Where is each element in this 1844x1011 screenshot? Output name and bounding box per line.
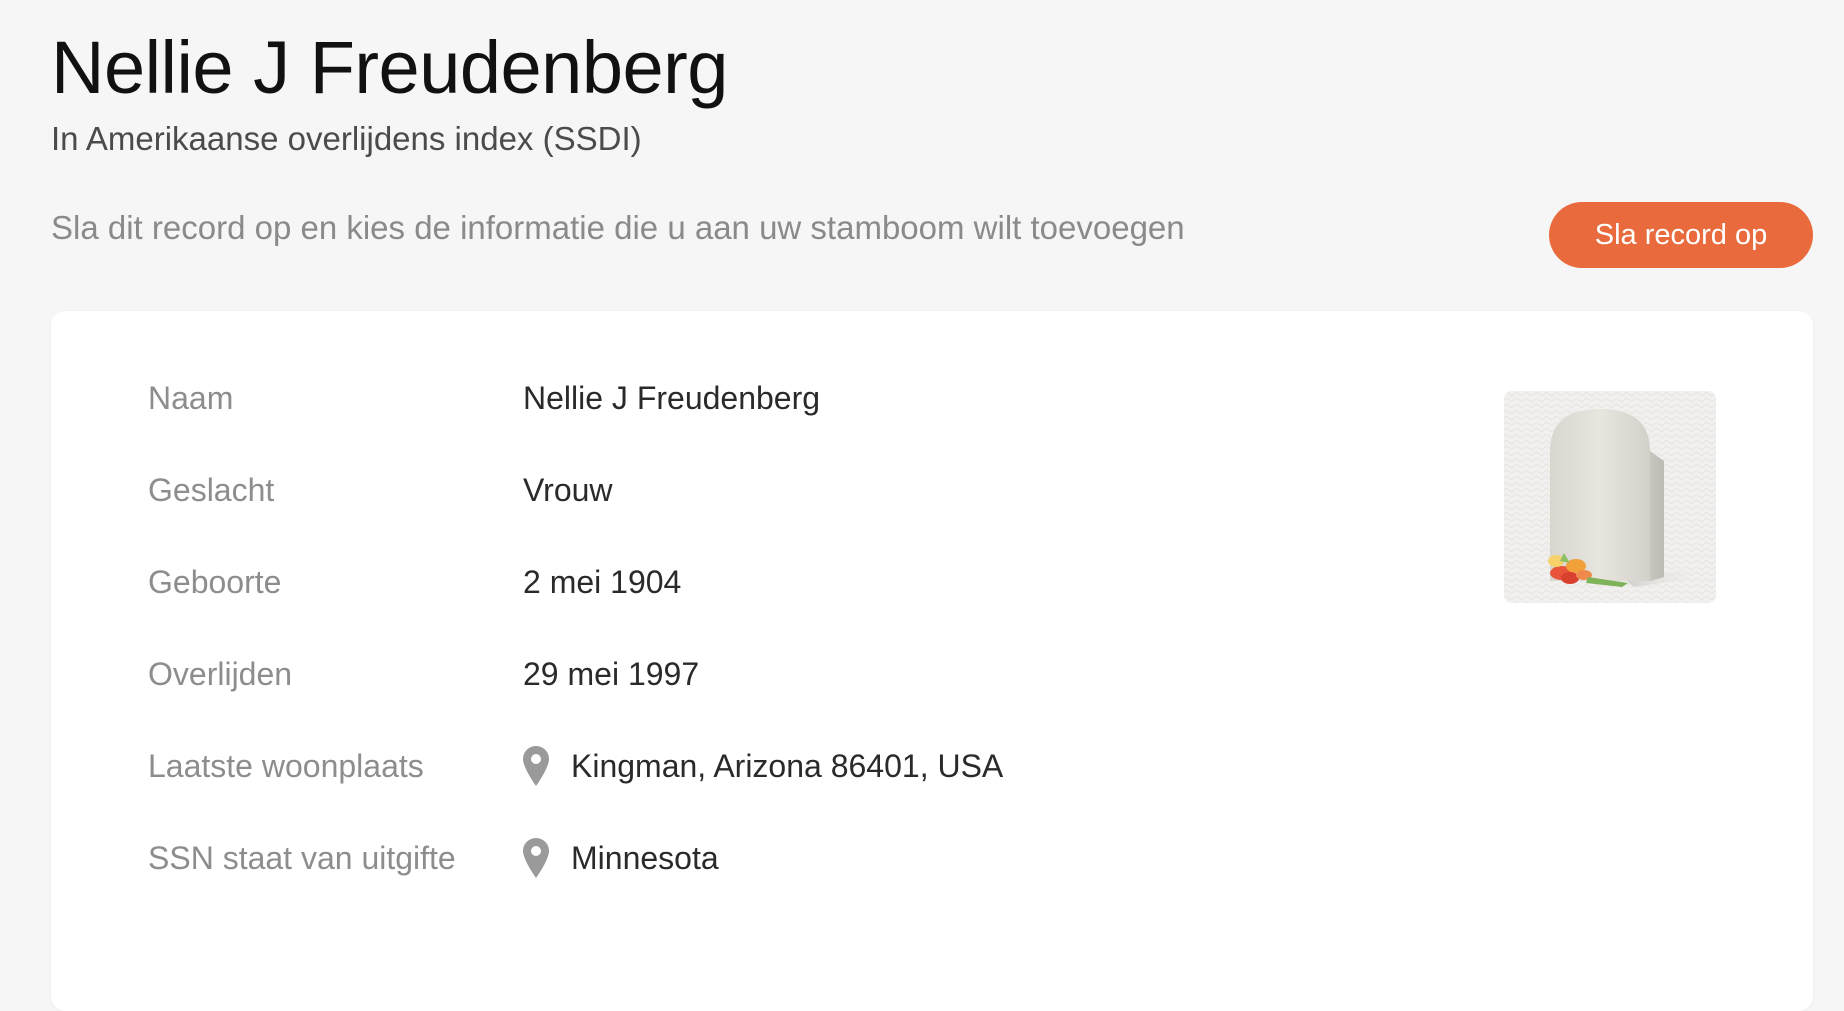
- location-pin-icon: [523, 838, 549, 878]
- field-row-birth: Geboorte 2 mei 1904: [148, 557, 681, 607]
- record-collection-subtitle: In Amerikaanse overlijdens index (SSDI): [51, 120, 642, 157]
- field-label: SSN staat van uitgifte: [148, 839, 456, 876]
- field-label: Geslacht: [148, 471, 275, 508]
- field-value: Nellie J Freudenberg: [523, 380, 820, 417]
- birth-date-value: 2 mei 1904: [523, 563, 682, 600]
- save-record-button[interactable]: Sla record op: [1549, 202, 1813, 268]
- field-label: Laatste woonplaats: [148, 747, 424, 784]
- page-title: Nellie J Freudenberg: [51, 26, 728, 109]
- field-value: 29 mei 1997: [523, 656, 699, 693]
- name-value: Nellie J Freudenberg: [523, 379, 821, 416]
- field-row-death: Overlijden 29 mei 1997: [148, 649, 699, 699]
- field-label: Naam: [148, 379, 234, 416]
- gender-value: Vrouw: [523, 471, 613, 508]
- field-row-name: Naam Nellie J Freudenberg: [148, 373, 820, 423]
- death-date-value: 29 mei 1997: [523, 655, 700, 692]
- ssn-state-value[interactable]: Minnesota: [571, 840, 719, 877]
- last-residence-value[interactable]: Kingman, Arizona 86401, USA: [571, 748, 1003, 785]
- field-value: 2 mei 1904: [523, 564, 681, 601]
- gravestone-icon: [1504, 391, 1716, 603]
- record-details-card: Naam Nellie J Freudenberg Geslacht Vrouw…: [51, 311, 1813, 1011]
- field-value: Minnesota: [523, 838, 719, 878]
- save-record-prompt: Sla dit record op en kies de informatie …: [51, 209, 1185, 246]
- field-label: Geboorte: [148, 563, 282, 600]
- field-value: Vrouw: [523, 472, 613, 509]
- field-value: Kingman, Arizona 86401, USA: [523, 746, 1003, 786]
- field-row-gender: Geslacht Vrouw: [148, 465, 613, 515]
- location-pin-icon: [523, 746, 549, 786]
- gravestone-thumbnail: [1504, 391, 1716, 603]
- field-row-ssn-state: SSN staat van uitgifte Minnesota: [148, 833, 719, 883]
- field-row-last-residence: Laatste woonplaats Kingman, Arizona 8640…: [148, 741, 1003, 791]
- field-label: Overlijden: [148, 655, 293, 692]
